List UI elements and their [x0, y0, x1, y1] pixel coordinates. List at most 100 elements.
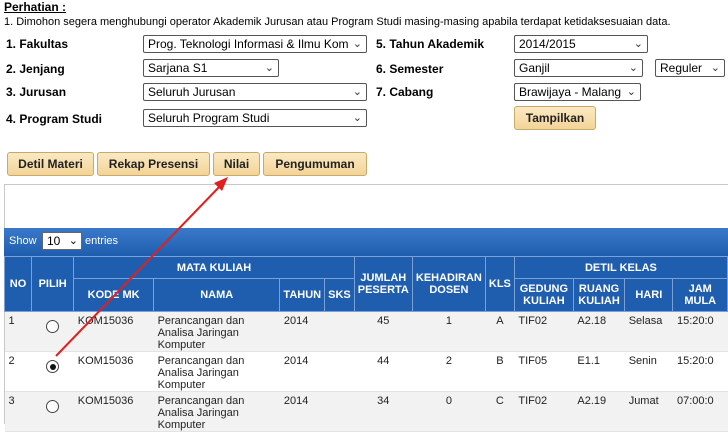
radio-icon[interactable]	[46, 400, 60, 413]
cell-peserta: 45	[354, 311, 413, 352]
semester-value: Ganjil	[519, 61, 550, 75]
cell-ruang: E1.1	[573, 351, 625, 392]
cell-gedung: TIF02	[514, 391, 574, 432]
cabang-label: 7. Cabang	[376, 85, 434, 99]
tampilkan-button[interactable]: Tampilkan	[514, 106, 596, 130]
semester-select[interactable]: Ganjil ⌄	[514, 59, 643, 77]
col-nama: NAMA	[153, 278, 281, 312]
cell-kehadiran: 0	[412, 391, 486, 432]
cell-tahun: 2014	[279, 351, 325, 392]
cell-pilih	[31, 351, 74, 392]
radio-icon[interactable]	[46, 360, 60, 373]
tahun-akademik-label: 5. Tahun Akademik	[376, 37, 485, 51]
col-jumlah-peserta: JUMLAH PESERTA	[353, 256, 413, 312]
chevron-down-icon: ⌄	[633, 38, 643, 50]
table-row[interactable]: 1 KOM15036 Perancangan dan Analisa Jarin…	[4, 311, 728, 352]
entries-select[interactable]: 10 ⌄	[42, 232, 82, 250]
cell-jam: 15:20:0	[672, 311, 728, 352]
table-row[interactable]: 3 KOM15036 Perancangan dan Analisa Jarin…	[4, 391, 728, 432]
jurusan-value: Seluruh Jurusan	[148, 85, 236, 99]
tahun-akademik-select[interactable]: 2014/2015 ⌄	[514, 35, 648, 53]
cell-hari: Selasa	[624, 311, 673, 352]
tahun-akademik-value: 2014/2015	[519, 37, 576, 51]
program-studi-value: Seluruh Program Studi	[148, 111, 270, 125]
cell-hari: Senin	[624, 351, 673, 392]
col-ruang-kuliah: RUANG KULIAH	[572, 278, 626, 312]
table-toolbar: Show 10 ⌄ entries	[4, 228, 728, 256]
chevron-down-icon: ⌄	[68, 235, 78, 247]
jenjang-select[interactable]: Sarjana S1 ⌄	[143, 59, 279, 77]
program-studi-label: 4. Program Studi	[6, 112, 103, 126]
radio-icon[interactable]	[46, 320, 60, 333]
notice-text: 1. Dimohon segera menghubungi operator A…	[4, 16, 671, 28]
chevron-down-icon: ⌄	[352, 38, 362, 50]
fakultas-value: Prog. Teknologi Informasi & Ilmu Kom	[148, 37, 349, 51]
semester-type-select[interactable]: Reguler ⌄	[655, 59, 725, 77]
fakultas-label: 1. Fakultas	[6, 37, 69, 51]
cell-nama: Perancangan dan Analisa Jaringan Kompute…	[153, 351, 280, 392]
chevron-down-icon: ⌄	[626, 86, 636, 98]
col-group-detil-kelas: DETIL KELAS	[513, 256, 728, 279]
col-gedung-kuliah: GEDUNG KULIAH	[513, 278, 574, 312]
jenjang-value: Sarjana S1	[148, 61, 208, 75]
cell-kode: KOM15036	[73, 391, 154, 432]
cell-kls: B	[485, 351, 515, 392]
cell-kode: KOM15036	[73, 311, 154, 352]
cell-sks	[324, 351, 355, 392]
cell-no: 3	[4, 391, 32, 432]
class-table: NO PILIH MATA KULIAH JUMLAH PESERTA KEHA…	[3, 256, 728, 432]
col-kode-mk: KODE MK	[73, 278, 155, 312]
col-kls: KLS	[484, 256, 515, 312]
entries-value: 10	[47, 234, 61, 248]
show-label: Show	[9, 235, 37, 247]
cell-tahun: 2014	[279, 311, 325, 352]
col-hari: HARI	[624, 278, 674, 312]
cell-jam: 15:20:0	[672, 351, 728, 392]
cell-kls: A	[485, 311, 515, 352]
col-tahun: TAHUN	[279, 278, 326, 312]
cell-ruang: A2.19	[573, 391, 625, 432]
notice-title: Perhatian :	[4, 0, 67, 14]
nilai-button[interactable]: Nilai	[213, 152, 260, 176]
jenjang-label: 2. Jenjang	[6, 62, 65, 76]
pengumuman-button[interactable]: Pengumuman	[263, 152, 367, 176]
cell-kehadiran: 2	[412, 351, 486, 392]
jurusan-select[interactable]: Seluruh Jurusan ⌄	[143, 83, 367, 101]
cell-sks	[324, 391, 355, 432]
cell-tahun: 2014	[279, 391, 325, 432]
chevron-down-icon: ⌄	[352, 112, 362, 124]
cabang-value: Brawijaya - Malang	[519, 85, 622, 99]
entries-label: entries	[85, 235, 119, 247]
cell-jam: 07:00:0	[672, 391, 728, 432]
cell-nama: Perancangan dan Analisa Jaringan Kompute…	[153, 391, 280, 432]
cell-pilih	[31, 391, 74, 432]
col-sks: SKS	[324, 278, 355, 312]
cell-no: 2	[4, 351, 32, 392]
detil-materi-button[interactable]: Detil Materi	[7, 152, 94, 176]
col-pilih: PILIH	[31, 256, 75, 312]
cell-sks	[324, 311, 355, 352]
cell-peserta: 34	[354, 391, 413, 432]
jurusan-label: 3. Jurusan	[6, 85, 67, 99]
cell-gedung: TIF02	[514, 311, 574, 352]
cell-nama: Perancangan dan Analisa Jaringan Kompute…	[153, 311, 280, 352]
rekap-presensi-button[interactable]: Rekap Presensi	[97, 152, 210, 176]
col-kehadiran-dosen: KEHADIRAN DOSEN	[411, 256, 486, 312]
chevron-down-icon: ⌄	[264, 62, 274, 74]
cell-ruang: A2.18	[573, 311, 625, 352]
cell-pilih	[31, 311, 74, 352]
chevron-down-icon: ⌄	[628, 62, 638, 74]
cell-kls: C	[485, 391, 515, 432]
program-studi-select[interactable]: Seluruh Program Studi ⌄	[143, 109, 367, 127]
col-group-mata-kuliah: MATA KULIAH	[73, 256, 355, 279]
cell-no: 1	[4, 311, 32, 352]
fakultas-select[interactable]: Prog. Teknologi Informasi & Ilmu Kom ⌄	[143, 35, 367, 53]
chevron-down-icon: ⌄	[352, 86, 362, 98]
cell-kehadiran: 1	[412, 311, 486, 352]
cabang-select[interactable]: Brawijaya - Malang ⌄	[514, 83, 641, 101]
col-no: NO	[3, 256, 33, 312]
cell-hari: Jumat	[624, 391, 673, 432]
chevron-down-icon: ⌄	[710, 62, 720, 74]
semester-label: 6. Semester	[376, 62, 444, 76]
table-row[interactable]: 2 KOM15036 Perancangan dan Analisa Jarin…	[4, 351, 728, 392]
